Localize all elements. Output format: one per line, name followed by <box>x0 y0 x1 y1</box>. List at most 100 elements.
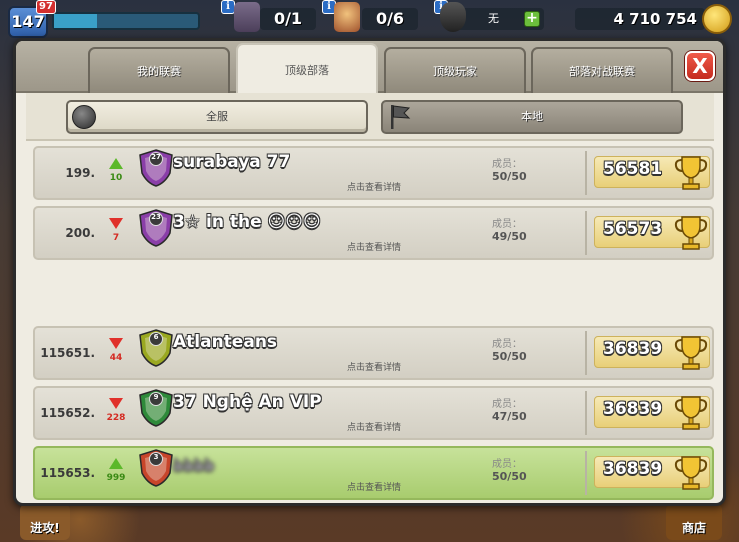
trophy-count: 36839 <box>603 459 663 479</box>
members-label: 成员： <box>492 219 522 230</box>
row-divider <box>585 211 587 255</box>
tab-label: 顶级玩家 <box>433 65 477 78</box>
tab-bar: 我的联赛 顶级部落 顶级玩家 部落对战联赛 X <box>16 41 723 95</box>
shield-text: 无 <box>488 12 499 25</box>
gold-counter: 4 710 754 <box>575 8 705 30</box>
clan-name: Atlanteans <box>173 332 278 352</box>
trophy-icon <box>674 216 708 250</box>
close-button[interactable]: X <box>685 51 715 81</box>
global-label: 全服 <box>206 110 228 123</box>
rank-change: 999 <box>106 473 126 483</box>
rank-change: 10 <box>109 173 123 183</box>
view-details-link[interactable]: 点击查看详情 <box>347 480 401 493</box>
clan-row[interactable]: 200. 7 23 3☆ in the ☺☺☺ 点击查看详情 成员： 49/50… <box>33 206 714 260</box>
info-icon[interactable]: i <box>221 0 235 14</box>
flag-icon <box>391 105 411 129</box>
rank-trend-down-icon <box>109 398 123 409</box>
trophy-count: 56581 <box>603 159 663 179</box>
row-divider <box>585 151 587 195</box>
view-details-link[interactable]: 点击查看详情 <box>347 240 401 253</box>
clan-name: 3☆ in the ☺☺☺ <box>173 212 321 232</box>
row-divider <box>585 331 587 375</box>
scope-selector: 全服 本地 <box>26 93 714 141</box>
clan-ranking-list: 199. 10 27 surabaya 77 点击查看详情 成员： 50/50 … <box>16 141 723 503</box>
leaderboard-modal: 我的联赛 顶级部落 顶级玩家 部落对战联赛 X 全服 本地 199. 10 27… <box>13 38 726 506</box>
rank-trend-down-icon <box>109 338 123 349</box>
view-details-link[interactable]: 点击查看详情 <box>347 360 401 373</box>
view-details-link[interactable]: 点击查看详情 <box>347 420 401 433</box>
clan-rank: 200. <box>65 226 95 240</box>
members-count: 50/50 <box>492 470 527 483</box>
rank-change: 228 <box>106 413 126 423</box>
view-details-link[interactable]: 点击查看详情 <box>347 180 401 193</box>
tab-top-clans[interactable]: 顶级部落 <box>236 43 378 95</box>
rank-trend-up-icon <box>109 458 123 469</box>
local-label: 本地 <box>521 110 543 123</box>
clan-level: 3 <box>153 453 159 461</box>
attack-button[interactable]: 进攻! <box>20 504 70 540</box>
clan-rank: 199. <box>65 166 95 180</box>
shop-button[interactable]: 商店 <box>666 504 722 540</box>
shield-icon <box>440 2 466 32</box>
xp-bar-fill <box>54 14 98 28</box>
trophy-box: 56581 <box>594 156 710 190</box>
shop-label: 商店 <box>681 521 706 535</box>
members-count: 50/50 <box>492 170 527 183</box>
trophy-count: 36839 <box>603 339 663 359</box>
builder-counter[interactable]: 0/1 <box>260 8 316 30</box>
rank-trend-down-icon <box>109 218 123 229</box>
tab-label: 部落对战联赛 <box>569 65 635 78</box>
rank-trend-up-icon <box>109 158 123 169</box>
trophy-count: 56573 <box>603 219 663 239</box>
builder-hut-counter[interactable]: 0/6 <box>362 8 418 30</box>
clan-name: ঌঌঌঌ <box>173 455 214 475</box>
rank-change: 44 <box>109 353 123 363</box>
clan-row[interactable]: 115651. 44 6 Atlanteans 点击查看详情 成员： 50/50… <box>33 326 714 380</box>
trophy-icon <box>674 456 708 490</box>
tab-clan-war-league[interactable]: 部落对战联赛 <box>531 47 673 93</box>
tab-my-league[interactable]: 我的联赛 <box>88 47 230 93</box>
row-divider <box>585 391 587 435</box>
clan-rank: 115651. <box>40 346 95 360</box>
tab-label: 我的联赛 <box>137 65 181 78</box>
clan-level: 9 <box>153 393 159 401</box>
trophy-box: 36839 <box>594 456 710 490</box>
attack-label: 进攻! <box>30 521 60 535</box>
members-label: 成员： <box>492 459 522 470</box>
builder-face-icon <box>334 2 360 32</box>
xp-bar <box>52 12 200 30</box>
gold-coin-icon <box>702 4 732 34</box>
row-divider <box>585 451 587 495</box>
trophy-count: 36839 <box>603 399 663 419</box>
clan-name: surabaya 77 <box>173 152 291 172</box>
clan-name: 37 Nghệ An VIP <box>173 392 322 412</box>
clan-level: 23 <box>151 213 161 221</box>
members-label: 成员： <box>492 399 522 410</box>
trophy-box: 36839 <box>594 336 710 370</box>
clan-row[interactable]: 199. 10 27 surabaya 77 点击查看详情 成员： 50/50 … <box>33 146 714 200</box>
trophy-box: 56573 <box>594 216 710 250</box>
trophy-icon <box>674 336 708 370</box>
builder-hammer-icon <box>234 2 260 32</box>
clan-level: 27 <box>151 153 161 161</box>
clan-level: 6 <box>153 333 159 341</box>
trophy-box: 36839 <box>594 396 710 430</box>
clan-rank: 115653. <box>40 466 95 480</box>
global-button[interactable]: 全服 <box>66 100 368 134</box>
members-count: 50/50 <box>492 350 527 363</box>
clan-row[interactable]: 115652. 228 9 37 Nghệ An VIP 点击查看详情 成员： … <box>33 386 714 440</box>
members-label: 成员： <box>492 339 522 350</box>
trophy-icon <box>674 396 708 430</box>
clan-row[interactable]: 115653. 999 3 ঌঌঌঌ 点击查看详情 成员： 50/50 3683… <box>33 446 714 500</box>
add-shield-button[interactable]: + <box>524 11 540 27</box>
level-badge: 97 <box>36 0 56 14</box>
members-count: 49/50 <box>492 230 527 243</box>
globe-icon <box>72 105 96 129</box>
tab-top-players[interactable]: 顶级玩家 <box>384 47 526 93</box>
trophy-icon <box>674 156 708 190</box>
tab-label: 顶级部落 <box>285 64 329 77</box>
rank-change: 7 <box>112 233 120 243</box>
clan-rank: 115652. <box>40 406 95 420</box>
members-label: 成员： <box>492 159 522 170</box>
local-button[interactable]: 本地 <box>381 100 683 134</box>
